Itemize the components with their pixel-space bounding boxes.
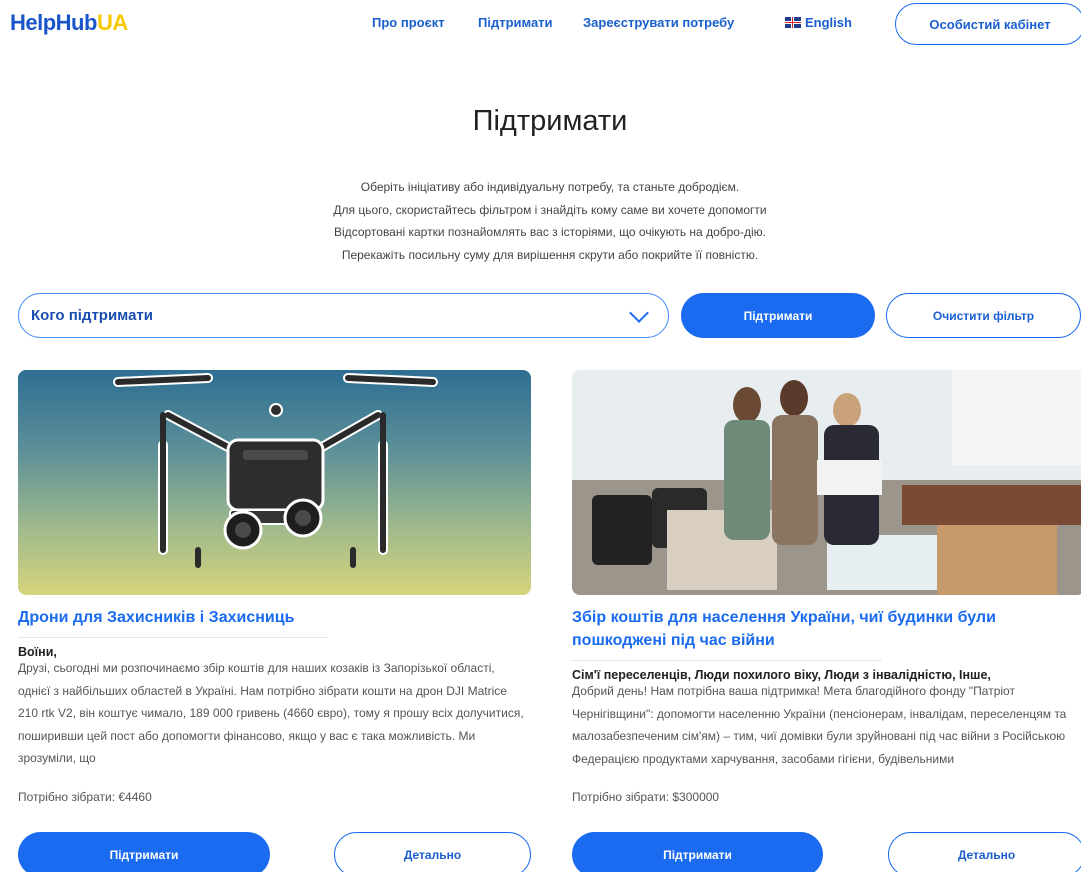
card-goal-amount: Потрібно зібрати: $300000 bbox=[572, 790, 720, 804]
language-label: English bbox=[805, 15, 852, 30]
intro-text: Оберіть ініціативу або індивідуальну пот… bbox=[0, 176, 1081, 266]
uk-flag-icon bbox=[785, 17, 801, 28]
card-details-button[interactable]: Детально bbox=[888, 832, 1081, 872]
volunteers-photo bbox=[572, 370, 1081, 595]
card-description: Друзі, сьогодні ми розпочинаємо збір кош… bbox=[18, 661, 524, 765]
language-switch[interactable]: English bbox=[785, 15, 852, 30]
card-divider bbox=[572, 660, 882, 661]
card-goal-amount: Потрібно зібрати: €4460 bbox=[18, 790, 152, 804]
card-details-button[interactable]: Детально bbox=[334, 832, 531, 872]
filter-select-label: Кого підтримати bbox=[31, 307, 153, 324]
card-title[interactable]: Дрони для Захисників і Захисниць bbox=[18, 606, 528, 629]
chevron-down-icon bbox=[629, 302, 649, 323]
page-title: Підтримати bbox=[472, 105, 628, 137]
clear-filter-button[interactable]: Очистити фільтр bbox=[886, 293, 1081, 338]
logo-text-ua: UA bbox=[96, 10, 128, 35]
intro-line: Відсортовані картки познайомлять вас з і… bbox=[334, 225, 766, 239]
card-support-button[interactable]: Підтримати bbox=[18, 832, 270, 872]
card-title[interactable]: Збір коштів для населення України, чиї б… bbox=[572, 606, 1072, 652]
filter-apply-button[interactable]: Підтримати bbox=[681, 293, 875, 338]
intro-line: Перекажіть посильну суму для вирішення с… bbox=[341, 247, 759, 262]
nav-support-link[interactable]: Підтримати bbox=[478, 15, 553, 30]
intro-line: Для цього, скористайтесь фільтром і знай… bbox=[333, 202, 767, 217]
logo-text-helphub: HelpHub bbox=[10, 10, 97, 35]
card-image-drone[interactable] bbox=[18, 370, 531, 595]
drone-image bbox=[113, 373, 438, 568]
nav-register-need-link[interactable]: Зареєструвати потребу bbox=[583, 15, 734, 30]
intro-line: Оберіть ініціативу або індивідуальну пот… bbox=[360, 180, 740, 194]
card-image-volunteers[interactable] bbox=[572, 370, 1081, 595]
card-divider bbox=[18, 637, 328, 638]
card-description: Добрий день! Нам потрібна ваша підтримка… bbox=[572, 684, 1067, 766]
logo[interactable]: HelpHubUA bbox=[10, 10, 128, 36]
site-header: HelpHubUA Про проєкт Підтримати Зареєстр… bbox=[0, 0, 1081, 50]
nav-about-link[interactable]: Про проєкт bbox=[372, 15, 445, 30]
recipient-filter-select[interactable]: Кого підтримати bbox=[18, 293, 669, 338]
card-support-button[interactable]: Підтримати bbox=[572, 832, 823, 872]
personal-cabinet-button[interactable]: Особистий кабінет bbox=[895, 3, 1081, 45]
